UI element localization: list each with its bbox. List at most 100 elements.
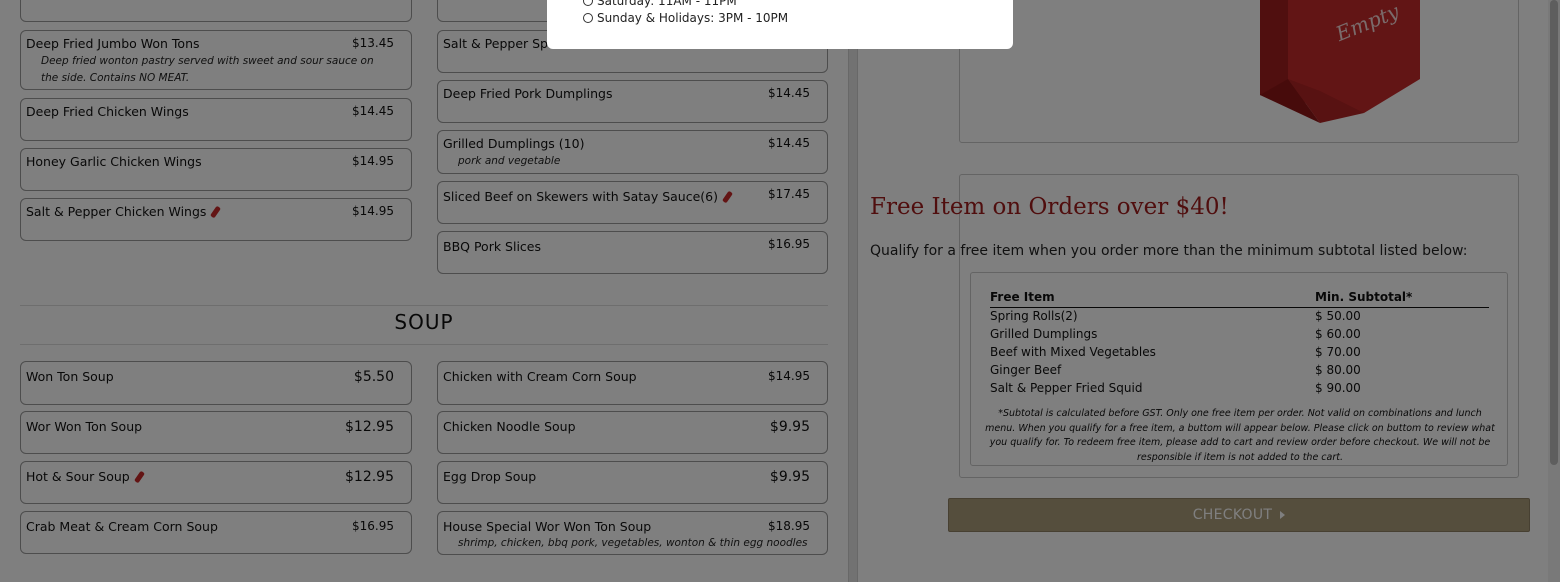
menu-item-name: Deep Fried Jumbo Won Tons: [26, 36, 200, 51]
chili-pepper-icon: [210, 205, 222, 219]
hours-text: Sunday & Holidays: 3PM - 10PM: [597, 11, 789, 25]
column-divider: [848, 0, 858, 582]
table-row: Ginger Beef $ 80.00: [990, 363, 1489, 381]
table-cell-min: $ 70.00: [1315, 345, 1361, 359]
menu-item-price: $16.95: [352, 519, 394, 533]
menu-item-card[interactable]: Deep Fried Pork Dumplings $14.45: [437, 80, 828, 123]
table-row: Spring Rolls(2) $ 50.00: [990, 309, 1489, 327]
menu-item-price: $9.95: [769, 469, 810, 485]
menu-item-card[interactable]: Won Ton Soup $5.50: [20, 361, 412, 405]
clock-icon: [583, 0, 593, 6]
menu-item-card[interactable]: Salt & Pepper Chicken Wings $14.95: [20, 198, 412, 241]
menu-item-price: $5.50: [353, 369, 394, 385]
menu-item-description: pork and vegetable: [458, 155, 561, 167]
menu-item-name: Deep Fried Pork Dumplings: [443, 86, 613, 101]
menu-item-card[interactable]: Sliced Beef on Skewers with Satay Sauce(…: [437, 181, 828, 224]
menu-item-price: $14.95: [352, 204, 394, 218]
table-row: Salt & Pepper Fried Squid $ 90.00: [990, 381, 1489, 399]
table-cell-item: Grilled Dumplings: [990, 327, 1098, 341]
menu-item-card[interactable]: Hot & Sour Soup $12.95: [20, 461, 412, 504]
menu-item-description: shrimp, chicken, bbq pork, vegetables, w…: [458, 537, 808, 549]
section-divider: [20, 305, 828, 306]
menu-item-card[interactable]: Wor Won Ton Soup $12.95: [20, 411, 412, 454]
free-item-footnote: *Subtotal is calculated before GST. Only…: [985, 408, 1495, 463]
menu-item-card[interactable]: House Special Wor Won Ton Soup $18.95 sh…: [437, 511, 828, 555]
free-item-table: Free Item Min. Subtotal* Spring Rolls(2)…: [970, 272, 1508, 466]
table-header: Free Item Min. Subtotal*: [990, 290, 1489, 308]
menu-item-name: Chicken Noodle Soup: [443, 419, 576, 434]
menu-item-price: $13.45: [352, 36, 394, 50]
menu-item-price: $17.45: [768, 187, 810, 201]
table-cell-min: $ 60.00: [1315, 327, 1361, 341]
section-divider: [20, 344, 828, 345]
menu-item-name-text: Sliced Beef on Skewers with Satay Sauce(…: [443, 189, 718, 204]
menu-item-price: $12.95: [345, 419, 394, 435]
menu-item-card[interactable]: Egg Drop Soup $9.95: [437, 461, 828, 504]
menu-item-price: $9.95: [769, 419, 810, 435]
menu-item-name: Salt & Pepper Chicken Wings: [26, 204, 222, 219]
hours-line: Sunday & Holidays: 3PM - 10PM: [583, 11, 788, 25]
menu-item-card[interactable]: Deep Fried Chicken Wings $14.45: [20, 98, 412, 141]
hours-text: Saturday: 11AM - 11PM: [597, 0, 737, 8]
clock-icon: [583, 13, 593, 23]
menu-item-price: $14.95: [768, 369, 810, 383]
hours-line: Saturday: 11AM - 11PM: [583, 0, 737, 8]
menu-item-price: $18.95: [768, 519, 810, 533]
checkout-button[interactable]: CHECKOUT: [948, 498, 1530, 532]
table-cell-min: $ 90.00: [1315, 381, 1361, 395]
menu-item-card[interactable]: Deep Fried Jumbo Won Tons $13.45 Deep fr…: [20, 30, 412, 90]
menu-item-card[interactable]: Chicken Noodle Soup $9.95: [437, 411, 828, 454]
menu-item-price: $14.95: [352, 154, 394, 168]
menu-item-card[interactable]: Chicken with Cream Corn Soup $14.95: [437, 361, 828, 405]
table-row: Grilled Dumplings $ 60.00: [990, 327, 1489, 345]
table-cell-item: Salt & Pepper Fried Squid: [990, 381, 1143, 395]
menu-item-name-text: Hot & Sour Soup: [26, 469, 130, 484]
menu-item-card[interactable]: Grilled Dumplings (10) $14.45 pork and v…: [437, 130, 828, 174]
free-item-qualify-text: Qualify for a free item when you order m…: [870, 243, 1468, 259]
menu-item-price: $12.95: [345, 469, 394, 485]
menu-item-card[interactable]: [20, 0, 412, 22]
menu-item-name: BBQ Pork Slices: [443, 239, 542, 254]
empty-bag-icon: Empty: [1260, 0, 1420, 123]
menu-item-name: Wor Won Ton Soup: [26, 419, 143, 434]
hours-modal: Saturday: 11AM - 11PM Sunday & Holidays:…: [547, 0, 1013, 49]
menu-item-name: Grilled Dumplings (10): [443, 136, 585, 151]
menu-item-name: Hot & Sour Soup: [26, 469, 145, 484]
menu-item-price: $14.45: [768, 86, 810, 100]
menu-item-name: Sliced Beef on Skewers with Satay Sauce(…: [443, 189, 733, 204]
table-header-min: Min. Subtotal*: [1315, 290, 1413, 304]
free-item-title: Free Item on Orders over $40!: [870, 194, 1229, 220]
section-title-soup: SOUP: [394, 310, 454, 334]
menu-item-name: Won Ton Soup: [26, 369, 114, 384]
caret-right-icon: [1280, 511, 1286, 519]
page-scrollbar[interactable]: [1548, 0, 1560, 582]
menu-item-name: Crab Meat & Cream Corn Soup: [26, 519, 218, 534]
menu-item-price: $14.45: [768, 136, 810, 150]
table-cell-min: $ 80.00: [1315, 363, 1361, 377]
menu-item-name: Salt & Pepper Spar: [443, 36, 561, 51]
chili-pepper-icon: [722, 190, 733, 204]
menu-item-description: Deep fried wonton pastry served with swe…: [41, 55, 374, 84]
menu-item-name: Honey Garlic Chicken Wings: [26, 154, 202, 169]
menu-item-price: $16.95: [768, 237, 810, 251]
table-cell-item: Beef with Mixed Vegetables: [990, 345, 1156, 359]
scrollbar-thumb[interactable]: [1550, 0, 1558, 465]
menu-item-card[interactable]: Honey Garlic Chicken Wings $14.95: [20, 148, 412, 191]
table-cell-item: Ginger Beef: [990, 363, 1062, 377]
menu-panel: Deep Fried Jumbo Won Tons $13.45 Deep fr…: [0, 0, 848, 582]
menu-item-name-text: Salt & Pepper Chicken Wings: [26, 204, 207, 219]
table-row: Beef with Mixed Vegetables $ 70.00: [990, 345, 1489, 363]
table-cell-item: Spring Rolls(2): [990, 309, 1078, 323]
menu-item-price: $14.45: [352, 104, 394, 118]
menu-item-name: Chicken with Cream Corn Soup: [443, 369, 637, 384]
table-cell-min: $ 50.00: [1315, 309, 1361, 323]
chili-pepper-icon: [133, 470, 145, 484]
menu-item-name: House Special Wor Won Ton Soup: [443, 519, 652, 534]
menu-item-name: Deep Fried Chicken Wings: [26, 104, 189, 119]
menu-item-name: Egg Drop Soup: [443, 469, 537, 484]
menu-item-card[interactable]: BBQ Pork Slices $16.95: [437, 231, 828, 274]
cart-box: Empty: [959, 0, 1519, 143]
checkout-label: CHECKOUT: [1192, 507, 1273, 523]
table-header-item: Free Item: [990, 290, 1055, 304]
menu-item-card[interactable]: Crab Meat & Cream Corn Soup $16.95: [20, 511, 412, 554]
